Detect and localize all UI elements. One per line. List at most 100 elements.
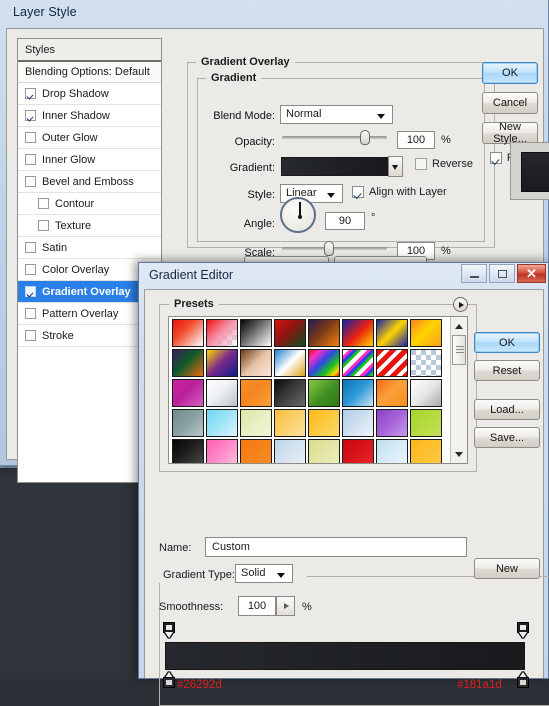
style-checkbox[interactable]	[38, 220, 49, 231]
style-checkbox[interactable]	[25, 264, 36, 275]
blending-options-row[interactable]: Blending Options: Default	[18, 62, 161, 83]
preset-swatch-26[interactable]	[206, 409, 238, 437]
opacity-slider-track[interactable]	[282, 136, 387, 139]
style-checkbox[interactable]	[38, 198, 49, 209]
layer-style-titlebar[interactable]: Layer Style	[0, 0, 548, 26]
opacity-stop-left[interactable]	[163, 622, 175, 638]
gradient-editor-new-button[interactable]: New	[474, 558, 540, 579]
minimize-button[interactable]	[461, 264, 487, 283]
style-checkbox[interactable]	[25, 176, 36, 187]
preset-swatch-31[interactable]	[376, 409, 408, 437]
align-with-layer-checkbox[interactable]: Align with Layer	[352, 186, 447, 198]
scroll-up-arrow-icon[interactable]	[452, 319, 466, 333]
preset-swatch-8[interactable]	[410, 319, 442, 347]
style-checkbox[interactable]	[25, 110, 36, 121]
preset-swatch-16[interactable]	[410, 349, 442, 377]
preset-swatch-24[interactable]	[410, 379, 442, 407]
preset-swatch-7[interactable]	[376, 319, 408, 347]
angle-dial[interactable]	[280, 197, 316, 233]
preset-swatch-1[interactable]	[172, 319, 204, 347]
gradient-name-input[interactable]: Custom	[205, 537, 467, 557]
preset-swatch-12[interactable]	[274, 349, 306, 377]
angle-input[interactable]: 90	[325, 212, 365, 230]
preset-swatch-15[interactable]	[376, 349, 408, 377]
close-button[interactable]: ✕	[517, 264, 546, 283]
preset-swatch-28[interactable]	[274, 409, 306, 437]
preset-swatch-39[interactable]	[376, 439, 408, 463]
preset-swatch-38[interactable]	[342, 439, 374, 463]
preset-swatch-2[interactable]	[206, 319, 238, 347]
gradient-editor-titlebar[interactable]: Gradient Editor ✕	[139, 263, 548, 288]
gradient-picker-button[interactable]	[388, 156, 403, 177]
opacity-stop-right[interactable]	[517, 622, 529, 638]
preset-swatch-29[interactable]	[308, 409, 340, 437]
layer-style-cancel-button[interactable]: Cancel	[482, 92, 538, 114]
gradient-type-select[interactable]: Solid	[235, 564, 293, 583]
preset-swatch-33[interactable]	[172, 439, 204, 463]
opacity-slider-thumb[interactable]	[360, 130, 370, 145]
preset-swatch-4[interactable]	[274, 319, 306, 347]
maximize-button[interactable]	[489, 264, 515, 283]
preset-swatch-34[interactable]	[206, 439, 238, 463]
blend-mode-select[interactable]: Normal	[280, 105, 393, 124]
opacity-input[interactable]: 100	[397, 131, 435, 149]
preset-swatch-36[interactable]	[274, 439, 306, 463]
presets-menu-icon[interactable]	[453, 297, 468, 312]
gradient-editor-ok-button[interactable]: OK	[474, 332, 540, 353]
preset-swatch-35[interactable]	[240, 439, 272, 463]
preset-swatch-21[interactable]	[308, 379, 340, 407]
style-row-inner-glow[interactable]: Inner Glow	[18, 149, 161, 171]
preset-swatch-5[interactable]	[308, 319, 340, 347]
style-row-inner-shadow[interactable]: Inner Shadow	[18, 105, 161, 127]
preset-swatch-11[interactable]	[240, 349, 272, 377]
preset-swatch-9[interactable]	[172, 349, 204, 377]
preset-swatch-20[interactable]	[274, 379, 306, 407]
preset-swatch-17[interactable]	[172, 379, 204, 407]
smoothness-input[interactable]: 100	[238, 596, 276, 616]
preset-swatch-10[interactable]	[206, 349, 238, 377]
style-row-contour[interactable]: Contour	[18, 193, 161, 215]
scale-slider-thumb[interactable]	[324, 241, 334, 256]
preset-swatch-25[interactable]	[172, 409, 204, 437]
style-row-texture[interactable]: Texture	[18, 215, 161, 237]
preset-swatch-32[interactable]	[410, 409, 442, 437]
preset-swatch-27[interactable]	[240, 409, 272, 437]
preset-swatch-37[interactable]	[308, 439, 340, 463]
preset-swatch-23[interactable]	[376, 379, 408, 407]
style-checkbox[interactable]	[25, 242, 36, 253]
gradient-editor-save-button[interactable]: Save...	[474, 427, 540, 448]
preset-swatch-13[interactable]	[308, 349, 340, 377]
smoothness-spinner[interactable]	[276, 596, 295, 616]
style-row-bevel-and-emboss[interactable]: Bevel and Emboss	[18, 171, 161, 193]
color-stop-left[interactable]	[163, 672, 175, 688]
preset-swatch-6[interactable]	[342, 319, 374, 347]
style-row-satin[interactable]: Satin	[18, 237, 161, 259]
style-checkbox[interactable]	[25, 88, 36, 99]
style-checkbox[interactable]	[25, 308, 36, 319]
style-checkbox[interactable]	[25, 330, 36, 341]
preset-swatch-40[interactable]	[410, 439, 442, 463]
style-row-outer-glow[interactable]: Outer Glow	[18, 127, 161, 149]
new-style-button[interactable]: New Style...	[482, 121, 538, 145]
scrollbar-thumb[interactable]	[452, 335, 466, 365]
layer-style-ok-button[interactable]: OK	[482, 62, 538, 84]
reverse-checkbox[interactable]: Reverse	[415, 158, 473, 170]
preset-swatch-3[interactable]	[240, 319, 272, 347]
gradient-editor-load-button[interactable]: Load...	[474, 399, 540, 420]
style-row-drop-shadow[interactable]: Drop Shadow	[18, 83, 161, 105]
preset-swatch-18[interactable]	[206, 379, 238, 407]
color-stop-right[interactable]	[517, 672, 529, 688]
preset-swatch-19[interactable]	[240, 379, 272, 407]
preset-swatch-30[interactable]	[342, 409, 374, 437]
gradient-editor-reset-button[interactable]: Reset	[474, 360, 540, 381]
presets-scrollbar[interactable]	[450, 317, 467, 463]
gradient-edit-strip[interactable]	[165, 642, 525, 670]
style-checkbox[interactable]	[25, 154, 36, 165]
preset-swatch-14[interactable]	[342, 349, 374, 377]
preset-swatch-22[interactable]	[342, 379, 374, 407]
scroll-down-arrow-icon[interactable]	[452, 447, 466, 461]
gradient-preview-swatch[interactable]	[281, 157, 388, 176]
style-checkbox[interactable]	[25, 286, 36, 297]
style-checkbox[interactable]	[25, 132, 36, 143]
scale-slider-track[interactable]	[282, 247, 387, 250]
